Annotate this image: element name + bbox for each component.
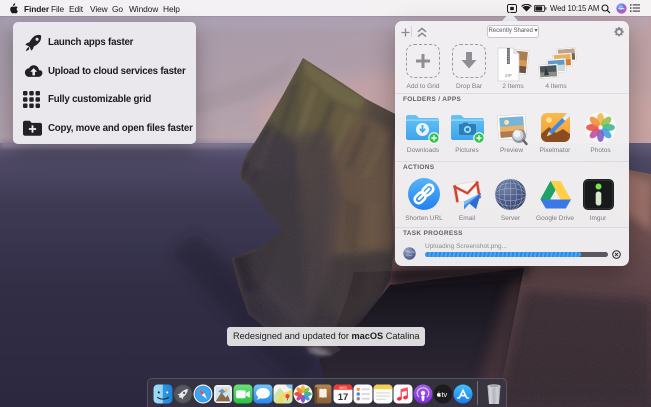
svg-text:ZIP: ZIP — [505, 73, 512, 78]
svg-text:17: 17 — [337, 391, 348, 402]
svg-text:WED: WED — [339, 385, 347, 389]
svg-text:tv: tv — [441, 390, 447, 399]
